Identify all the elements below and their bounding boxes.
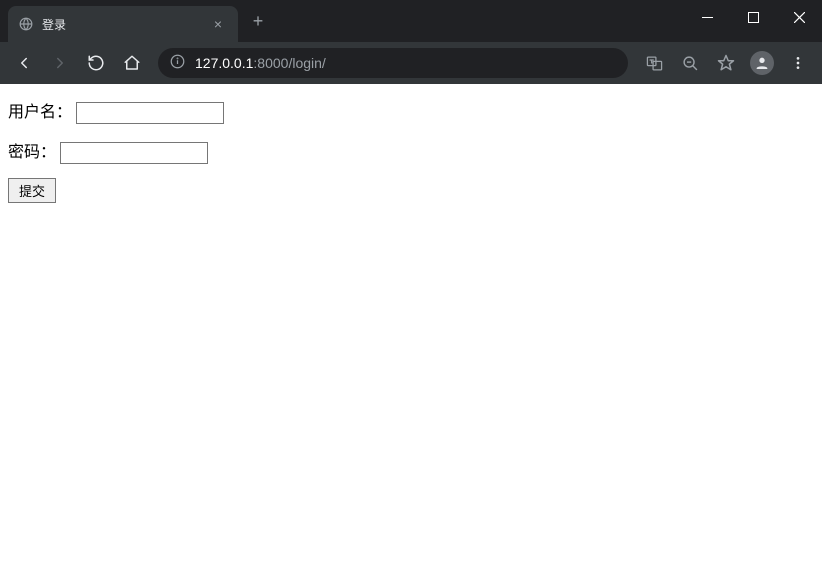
browser-tab[interactable]: 登录 × [8,6,238,42]
close-tab-icon[interactable]: × [210,16,226,32]
window-titlebar: 登录 × + [0,0,822,42]
username-row: 用户名： [8,98,814,124]
username-input[interactable] [76,102,224,124]
tab-title: 登录 [42,16,210,33]
zoom-icon[interactable] [674,47,706,79]
maximize-button[interactable] [730,0,776,34]
url-port: :8000 [253,55,288,71]
password-row: 密码： [8,138,814,164]
globe-icon [18,16,34,32]
new-tab-button[interactable]: + [244,7,272,35]
password-label: 密码： [8,138,56,162]
close-window-button[interactable] [776,0,822,34]
minimize-button[interactable] [684,0,730,34]
username-label: 用户名： [8,98,72,122]
page-content: 用户名： 密码： 提交 [0,84,822,572]
translate-icon[interactable] [638,47,670,79]
back-button[interactable] [8,47,40,79]
url-text: 127.0.0.1:8000/login/ [195,55,326,71]
url-path: /login/ [288,55,325,71]
info-icon[interactable] [170,54,185,72]
url-host: 127.0.0.1 [195,55,253,71]
reload-button[interactable] [80,47,112,79]
submit-row: 提交 [8,178,814,203]
forward-button[interactable] [44,47,76,79]
home-button[interactable] [116,47,148,79]
url-box[interactable]: 127.0.0.1:8000/login/ [158,48,628,78]
profile-avatar[interactable] [746,47,778,79]
menu-icon[interactable] [782,47,814,79]
bookmark-icon[interactable] [710,47,742,79]
password-input[interactable] [60,142,208,164]
submit-button[interactable]: 提交 [8,178,56,203]
window-controls [684,0,822,34]
address-bar: 127.0.0.1:8000/login/ [0,42,822,84]
